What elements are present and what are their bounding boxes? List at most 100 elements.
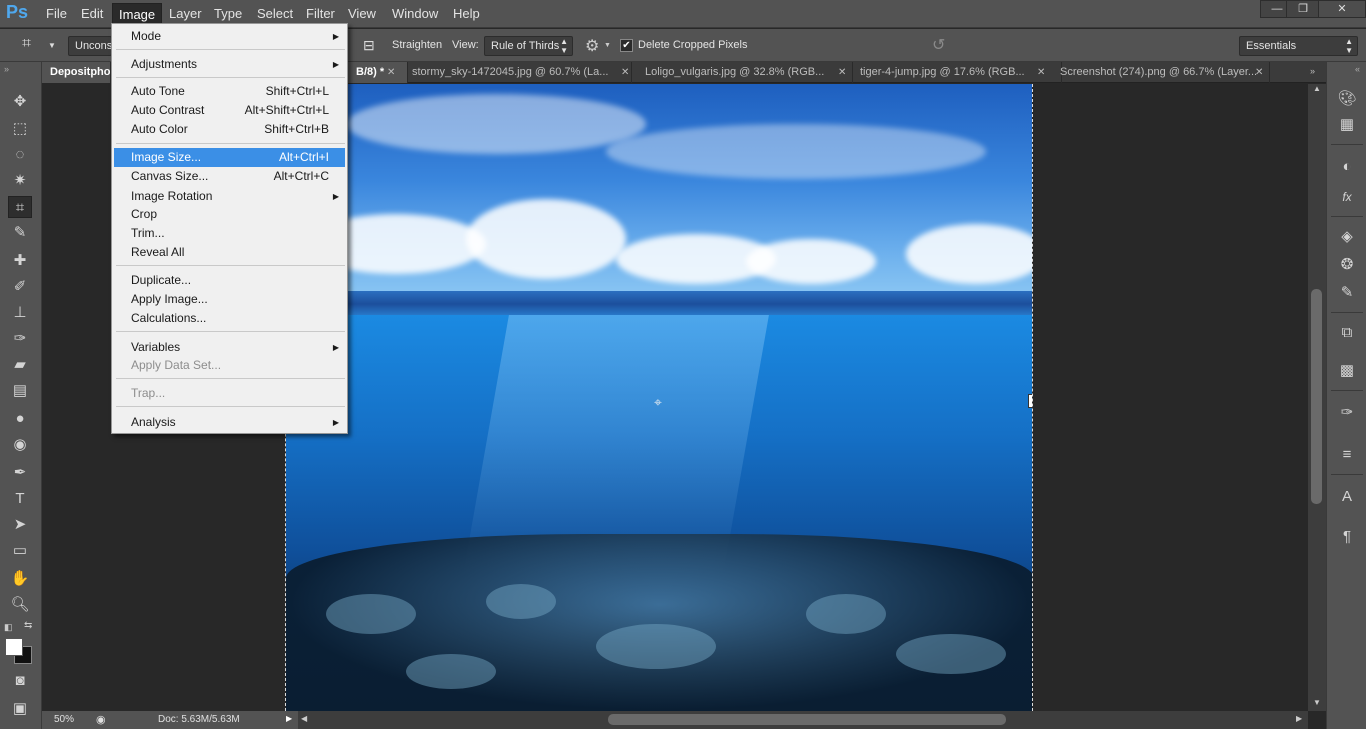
menu-type[interactable]: Type: [208, 3, 248, 24]
menu-item-image-rotation[interactable]: Image Rotation ▶: [114, 187, 345, 206]
clone-stamp-tool-icon[interactable]: ⊥: [8, 302, 32, 324]
color-panel-icon[interactable]: 🎨︎: [1335, 88, 1359, 110]
menu-item-auto-contrast[interactable]: Auto Contrast Alt+Shift+Ctrl+L: [114, 101, 345, 120]
menu-item-crop[interactable]: Crop: [114, 205, 345, 224]
paths-panel-icon[interactable]: ✎: [1335, 282, 1359, 304]
close-window-button[interactable]: ✕: [1318, 0, 1366, 18]
swatches-panel-icon[interactable]: ▦: [1335, 114, 1359, 136]
workspace-select[interactable]: Essentials ▲ ▼: [1239, 36, 1358, 56]
tab-tiger[interactable]: tiger-4-jump.jpg @ 17.6% (RGB...: [852, 62, 1062, 83]
dodge-tool-icon[interactable]: ◉: [8, 434, 32, 456]
scroll-down-icon[interactable]: ▼: [1313, 698, 1321, 707]
healing-brush-tool-icon[interactable]: ✚: [8, 250, 32, 272]
menu-filter[interactable]: Filter: [300, 3, 341, 24]
tab-stormy-sky[interactable]: stormy_sky-1472045.jpg @ 60.7% (La...: [404, 62, 632, 83]
properties-panel-icon[interactable]: ▩: [1335, 360, 1359, 382]
reset-icon[interactable]: ↺: [932, 35, 945, 55]
menu-item-canvas-size[interactable]: Canvas Size... Alt+Ctrl+C: [114, 167, 345, 186]
restore-button[interactable]: ❐: [1286, 0, 1320, 18]
close-icon[interactable]: ✕: [1037, 67, 1045, 78]
brush-presets-icon[interactable]: ✑: [1335, 402, 1359, 424]
vertical-scrollbar[interactable]: ▲ ▼: [1308, 84, 1326, 711]
path-selection-tool-icon[interactable]: ➤: [8, 514, 32, 536]
shape-tool-icon[interactable]: ▭: [8, 540, 32, 562]
menu-item-image-size[interactable]: Image Size... Alt+Ctrl+I: [114, 148, 345, 167]
tab-depositphotos[interactable]: Depositpho: [42, 62, 111, 83]
magic-wand-tool-icon[interactable]: ✷: [8, 170, 32, 192]
menu-item-duplicate[interactable]: Duplicate...: [114, 271, 345, 290]
menu-layer[interactable]: Layer: [163, 3, 208, 24]
screen-mode-icon[interactable]: ▣: [8, 698, 32, 720]
menu-item-variables[interactable]: Variables ▶: [114, 338, 345, 357]
document-image[interactable]: ⌖: [285, 84, 1033, 711]
eraser-tool-icon[interactable]: ▰: [8, 354, 32, 376]
close-icon[interactable]: ✕: [387, 67, 395, 78]
default-colors-icon[interactable]: ◧: [4, 622, 13, 633]
styles-panel-icon[interactable]: fx: [1335, 186, 1359, 208]
tab-loligo[interactable]: Loligo_vulgaris.jpg @ 32.8% (RGB...: [637, 62, 853, 83]
crop-handle-right[interactable]: [1028, 394, 1032, 408]
menu-edit[interactable]: Edit: [75, 3, 109, 24]
menu-item-analysis[interactable]: Analysis ▶: [114, 413, 345, 432]
menu-item-auto-tone[interactable]: Auto Tone Shift+Ctrl+L: [114, 82, 345, 101]
brush-panel-icon[interactable]: ≡: [1335, 444, 1359, 466]
menu-item-calculations[interactable]: Calculations...: [114, 309, 345, 328]
menu-view[interactable]: View: [342, 3, 382, 24]
swap-colors-icon[interactable]: ⇆: [24, 620, 32, 631]
menu-image[interactable]: Image: [112, 3, 163, 24]
straighten-label[interactable]: Straighten: [392, 39, 442, 51]
menu-help[interactable]: Help: [447, 3, 486, 24]
hand-tool-icon[interactable]: ✋: [8, 568, 32, 590]
constrain-select[interactable]: Unconst: [68, 36, 115, 56]
zoom-level[interactable]: 50%: [54, 714, 74, 725]
close-icon[interactable]: ✕: [621, 67, 629, 78]
status-info-icon[interactable]: ◉: [96, 713, 106, 726]
crop-tool-icon[interactable]: ⌗: [22, 35, 31, 53]
type-tool-icon[interactable]: T: [8, 488, 32, 510]
gear-icon[interactable]: ⚙: [585, 36, 599, 56]
history-brush-tool-icon[interactable]: ✑: [8, 328, 32, 350]
menu-item-reveal-all[interactable]: Reveal All: [114, 243, 345, 262]
blur-tool-icon[interactable]: ●: [8, 408, 32, 430]
menu-item-trim[interactable]: Trim...: [114, 224, 345, 243]
vertical-scroll-thumb[interactable]: [1311, 289, 1322, 504]
adjustments-panel-icon[interactable]: ◐: [1335, 156, 1359, 178]
channels-panel-icon[interactable]: ❂: [1335, 254, 1359, 276]
menu-item-auto-color[interactable]: Auto Color Shift+Ctrl+B: [114, 120, 345, 139]
crop-tool-icon[interactable]: ⌗: [8, 196, 32, 218]
character-panel-icon[interactable]: A: [1335, 486, 1359, 508]
marquee-tool-icon[interactable]: ⬚: [8, 118, 32, 140]
eyedropper-tool-icon[interactable]: ✎: [8, 222, 32, 244]
pen-tool-icon[interactable]: ✒: [8, 462, 32, 484]
foreground-color-swatch[interactable]: [5, 638, 23, 656]
history-panel-icon[interactable]: ⧉: [1335, 322, 1359, 344]
lasso-tool-icon[interactable]: ◌: [8, 144, 32, 166]
view-overlay-select[interactable]: Rule of Thirds ▲ ▼: [484, 36, 573, 56]
scroll-up-icon[interactable]: ▲: [1313, 84, 1321, 93]
menu-item-apply-image[interactable]: Apply Image...: [114, 290, 345, 309]
status-menu-arrow-icon[interactable]: ▶: [286, 714, 292, 723]
brush-tool-icon[interactable]: ✐: [8, 276, 32, 298]
close-icon[interactable]: ✕: [1255, 67, 1263, 78]
horizontal-scroll-thumb[interactable]: [608, 714, 1006, 725]
tab-depositphotos-tail[interactable]: B/8) *: [348, 62, 408, 83]
menu-item-mode[interactable]: Mode ▶: [114, 27, 345, 46]
horizontal-scrollbar[interactable]: ◀ ▶: [298, 711, 1308, 729]
menu-window[interactable]: Window: [386, 3, 444, 24]
layers-panel-icon[interactable]: ◈: [1335, 226, 1359, 248]
menu-item-adjustments[interactable]: Adjustments ▶: [114, 55, 345, 74]
chevron-down-icon[interactable]: ▼: [48, 41, 56, 50]
quick-mask-icon[interactable]: ◙: [8, 670, 32, 692]
scroll-right-icon[interactable]: ▶: [1296, 714, 1302, 723]
collapse-panel-icon[interactable]: »: [4, 64, 9, 74]
zoom-tool-icon[interactable]: 🔍︎: [8, 594, 32, 616]
close-icon[interactable]: ✕: [838, 67, 846, 78]
delete-cropped-checkbox[interactable]: ✔: [620, 39, 633, 52]
menu-file[interactable]: File: [40, 3, 73, 24]
scroll-left-icon[interactable]: ◀: [301, 714, 307, 723]
move-tool-icon[interactable]: ✥: [8, 91, 32, 113]
straighten-icon[interactable]: ⊟: [363, 37, 375, 54]
delete-cropped-label[interactable]: Delete Cropped Pixels: [638, 39, 747, 51]
expand-panels-icon[interactable]: «: [1355, 64, 1360, 74]
chevron-down-icon[interactable]: ▼: [604, 42, 611, 49]
